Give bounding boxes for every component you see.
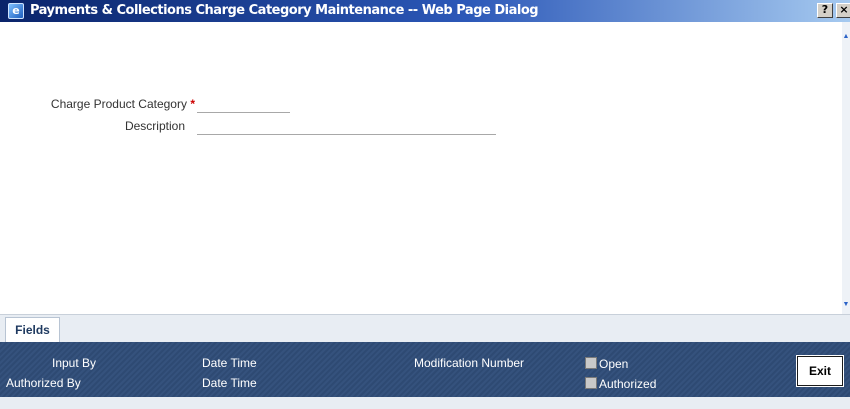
required-mark: * (190, 97, 195, 111)
description-input[interactable] (197, 120, 496, 135)
close-button[interactable]: × (836, 3, 850, 18)
scroll-up-icon[interactable]: ▲ (842, 32, 850, 42)
exit-button[interactable]: Exit (796, 355, 844, 387)
tab-fields[interactable]: Fields (5, 317, 60, 342)
authorized-date-time-label: Date Time (202, 376, 257, 390)
charge-product-category-label: Charge Product Category * (40, 97, 195, 111)
bottom-strip (0, 397, 850, 409)
tab-strip: Fields (0, 314, 850, 342)
help-button[interactable]: ? (817, 3, 833, 18)
charge-product-category-input[interactable] (197, 98, 290, 113)
form-area: Charge Product Category * Description (0, 22, 842, 314)
title-bar: e Payments & Collections Charge Category… (0, 0, 850, 22)
ie-page-icon: e (8, 3, 24, 19)
input-date-time-label: Date Time (202, 356, 257, 370)
vertical-scrollbar[interactable]: ▲ ▼ (842, 22, 850, 314)
open-checkbox[interactable] (585, 357, 597, 369)
open-label: Open (599, 357, 629, 371)
window-title: Payments & Collections Charge Category M… (30, 3, 539, 18)
scroll-down-icon[interactable]: ▼ (842, 300, 850, 310)
input-by-label: Input By (52, 356, 97, 370)
authorized-by-label: Authorized By (6, 376, 81, 390)
authorized-label: Authorized (599, 377, 657, 391)
audit-panel: Input By Date Time Modification Number O… (0, 342, 850, 397)
charge-product-category-label-text: Charge Product Category (50, 97, 187, 111)
description-label: Description (124, 119, 185, 133)
modification-number-label: Modification Number (414, 356, 525, 370)
authorized-checkbox[interactable] (585, 377, 597, 389)
